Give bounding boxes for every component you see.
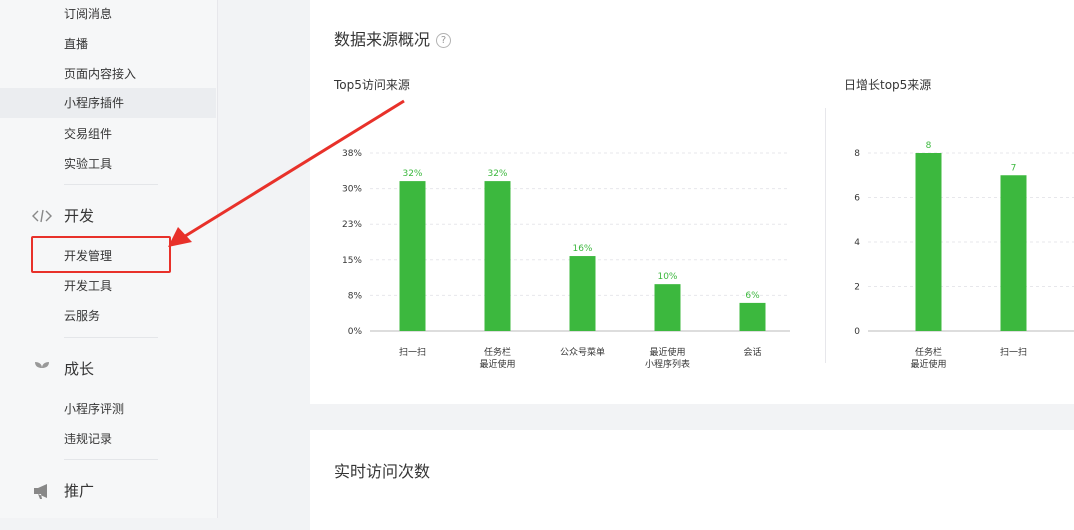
help-icon[interactable]: ? [436, 33, 452, 48]
y-tick-label: 38% [342, 149, 362, 159]
overview-title: 数据来源概况? [334, 26, 452, 50]
bar [399, 181, 426, 331]
sidebar-item-cloud[interactable]: 云服务 [64, 308, 100, 324]
overview-title-text: 数据来源概况 [334, 30, 431, 49]
sidebar-item-subscribe-msg[interactable]: 订阅消息 [64, 6, 112, 22]
y-tick-label: 0% [348, 327, 363, 337]
divider [64, 184, 158, 185]
y-tick-label: 8 [854, 149, 860, 159]
y-tick-label: 30% [342, 185, 362, 195]
y-tick-label: 0 [854, 327, 860, 337]
x-tick-label: 最近使用 [910, 358, 946, 370]
section-growth[interactable]: 成长 [32, 358, 94, 379]
right-chart-title: 日增长top5来源 [844, 78, 932, 92]
megaphone-icon [32, 482, 52, 500]
section-dev[interactable]: 开发 [32, 205, 94, 226]
section-promo-label: 推广 [64, 482, 95, 500]
section-growth-label: 成长 [64, 360, 95, 378]
divider [64, 459, 158, 460]
sidebar-item-violations[interactable]: 违规记录 [64, 431, 112, 447]
data-label: 10% [657, 272, 677, 282]
sidebar-item-evaluation[interactable]: 小程序评测 [64, 401, 124, 417]
x-tick-label: 公众号菜单 [560, 346, 605, 358]
data-label: 32% [487, 169, 507, 179]
code-icon [32, 207, 52, 225]
bar [1000, 175, 1027, 331]
data-label: 6% [745, 291, 760, 301]
sidebar-item-page-content[interactable]: 页面内容接入 [64, 66, 136, 82]
data-label: 7 [1011, 163, 1017, 173]
x-tick-label: 小程序列表 [645, 358, 690, 370]
daily-growth-chart: 024688任务栏最近使用7扫一扫最小 [854, 141, 1074, 370]
section-promo[interactable]: 推广 [32, 480, 94, 501]
annotation-highlight-box [31, 236, 171, 273]
y-tick-label: 2 [854, 283, 860, 293]
divider [64, 337, 158, 338]
y-tick-label: 8% [348, 291, 363, 301]
sidebar-item-dev-tools[interactable]: 开发工具 [64, 278, 112, 294]
data-label: 32% [402, 169, 422, 179]
bar [739, 302, 766, 331]
sidebar-item-trade-component[interactable]: 交易组件 [64, 126, 112, 142]
bar [484, 181, 511, 331]
main-content: 数据来源概况? Top5访问来源 日增长top5来源 0% 8% 15% 23% 30%… [217, 0, 1074, 530]
y-tick-label: 15% [342, 256, 362, 266]
sidebar-item-live[interactable]: 直播 [64, 36, 88, 52]
y-tick-label: 23% [342, 220, 362, 230]
sidebar-item-plugins[interactable]: 小程序插件 [0, 88, 216, 118]
y-tick-label: 6 [854, 194, 860, 204]
data-label: 8 [926, 141, 932, 151]
section-dev-label: 开发 [64, 207, 95, 225]
sidebar-item-experiment[interactable]: 实验工具 [64, 156, 112, 172]
x-tick-label: 扫一扫 [399, 346, 426, 358]
left-chart-title: Top5访问来源 [334, 78, 410, 92]
source-overview-card: 数据来源概况? Top5访问来源 日增长top5来源 0% 8% 15% 23% 30%… [310, 0, 1074, 404]
top5-sources-chart: 0%8%15%23%30%38%32%扫一扫32%任务栏最近使用16%公众号菜单… [342, 149, 790, 370]
realtime-visits-card: 实时访问次数 [310, 430, 1074, 530]
x-tick-label: 任务栏 [915, 346, 942, 358]
x-tick-label: 最近使用 [479, 358, 515, 370]
bar [915, 153, 942, 331]
bar [654, 284, 681, 331]
x-tick-label: 扫一扫 [1000, 346, 1027, 358]
bar [569, 256, 596, 331]
sprout-icon [32, 360, 52, 378]
data-label: 16% [572, 244, 592, 254]
x-tick-label: 任务栏 [484, 346, 511, 358]
y-tick-label: 4 [854, 238, 860, 248]
realtime-title: 实时访问次数 [334, 462, 431, 481]
x-tick-label: 最近使用 [649, 346, 685, 358]
x-tick-label: 会话 [743, 346, 761, 358]
